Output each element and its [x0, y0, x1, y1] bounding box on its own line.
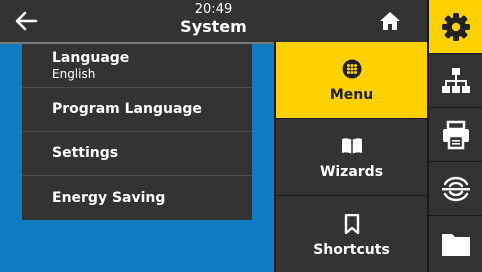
menu-tab-wizards[interactable]: Wizards	[276, 119, 427, 196]
submenu-item-energy-saving[interactable]: Energy Saving	[22, 176, 252, 220]
home-icon	[380, 12, 400, 30]
menu-tab-label: Menu	[329, 87, 374, 103]
rfid-icon	[441, 176, 470, 201]
menu-tab-menu[interactable]: Menu	[276, 42, 427, 119]
sidebar-item-rfid[interactable]	[429, 162, 482, 216]
clock: 20:49	[194, 2, 233, 17]
system-submenu: Language English Program Language Settin…	[22, 44, 252, 220]
book-icon	[341, 138, 362, 154]
top-bar: 20:49 System	[0, 0, 427, 42]
sidebar-item-settings[interactable]	[429, 0, 482, 54]
dots-grid-icon	[342, 59, 361, 79]
menu-tab-label: Shortcuts	[313, 241, 390, 258]
submenu-item-program-language[interactable]: Program Language	[22, 88, 252, 132]
menu-column: Menu Wizards Shortcuts	[274, 42, 427, 272]
submenu-item-label: Program Language	[52, 101, 202, 117]
sidebar-item-print[interactable]	[429, 108, 482, 162]
sidebar	[427, 0, 482, 272]
page-title: System	[180, 17, 247, 36]
printer-icon	[442, 120, 469, 149]
submenu-item-settings[interactable]: Settings	[22, 132, 252, 176]
network-icon	[441, 67, 470, 93]
menu-tab-shortcuts[interactable]: Shortcuts	[276, 196, 427, 272]
submenu-item-label: Energy Saving	[52, 189, 166, 206]
sidebar-item-storage[interactable]	[429, 216, 482, 272]
bookmark-icon	[344, 213, 359, 234]
submenu-item-label: Settings	[52, 145, 119, 161]
submenu-item-language[interactable]: Language English	[22, 44, 252, 88]
menu-tab-label: Wizards	[319, 164, 384, 180]
submenu-item-value: English	[52, 67, 96, 81]
home-button[interactable]	[377, 8, 403, 34]
submenu-item-label: Language	[52, 50, 130, 66]
folder-icon	[441, 234, 470, 256]
gear-icon	[441, 12, 470, 41]
sidebar-item-network[interactable]	[429, 54, 482, 108]
